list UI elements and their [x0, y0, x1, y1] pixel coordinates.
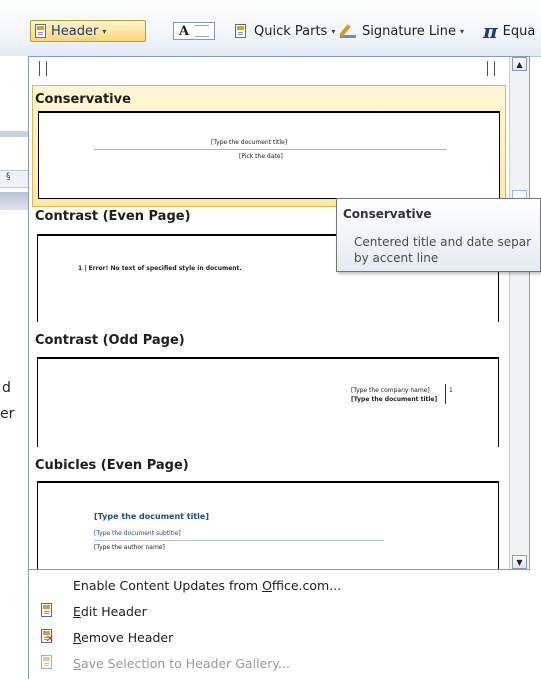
- ruler-block: [0, 170, 28, 188]
- thumbnail-text: [Type the document title]: [351, 396, 438, 403]
- ruler-mark: §: [6, 172, 11, 182]
- access-key: E: [73, 603, 81, 619]
- quick-parts-icon: [235, 24, 246, 38]
- tooltip-description: Centered title and date separ by accent …: [354, 234, 541, 266]
- gallery-item-title: Contrast (Even Page): [35, 209, 191, 224]
- menu-item-label: Enable Content Updates from Office.com..…: [73, 578, 341, 593]
- menu-item-label: Remove Header: [73, 630, 173, 645]
- thumbnail-subtitle-text: [Type the document subtitle]: [94, 530, 181, 537]
- text-box-icon: A: [173, 22, 215, 40]
- ruler-shade: [0, 192, 28, 210]
- equation-label: Equa: [502, 23, 536, 39]
- menu-item-label: Save Selection to Header Gallery...: [73, 656, 290, 671]
- tooltip: Conservative Centered title and date sep…: [336, 198, 541, 272]
- document-text-fragment: er: [0, 406, 15, 422]
- remove-header-item[interactable]: ✕ Remove Header: [29, 625, 529, 649]
- scroll-up-button[interactable]: ▲: [512, 57, 527, 71]
- triangle-down-icon: ▼: [516, 557, 523, 567]
- gallery-item-thumbnail: [Type the document title] [Type the docu…: [37, 481, 499, 569]
- tooltip-line: Centered title and date separ: [354, 235, 532, 249]
- tooltip-title: Conservative: [343, 207, 432, 221]
- gallery-item-thumbnail: [Type the company name] 1 [Type the docu…: [37, 357, 499, 447]
- accent-line: [94, 149, 446, 150]
- thumbnail-text: 1: [449, 387, 453, 394]
- save-selection-item[interactable]: Save Selection to Header Gallery...: [29, 651, 529, 675]
- access-key: R: [73, 629, 82, 645]
- edit-header-item[interactable]: Edit Header: [29, 599, 529, 623]
- edit-header-icon: [41, 603, 52, 617]
- thumbnail-text: 1 | Error! No text of specified style in…: [78, 265, 242, 272]
- menu-item-label: Edit Header: [73, 604, 147, 619]
- document-background: [0, 56, 28, 679]
- signature-line-button[interactable]: Signature Line ▾: [340, 20, 464, 42]
- access-key: S: [73, 655, 81, 671]
- thumbnail-text: [Type the author name]: [94, 544, 165, 551]
- margin-marker-right: [487, 61, 495, 76]
- save-to-gallery-icon: [41, 655, 52, 669]
- ribbon: Header ▾ A Quick Parts ▾ Signature Line …: [0, 0, 541, 57]
- header-gallery: Conservative [Type the document title] […: [28, 56, 530, 570]
- label-part: dit Header: [80, 603, 147, 619]
- text-lines-icon: [195, 25, 210, 37]
- signature-pen-icon: [340, 24, 356, 38]
- header-icon: [35, 24, 46, 38]
- tooltip-line: by accent line: [354, 251, 439, 265]
- thumbnail-title-text: [Type the document title]: [94, 512, 209, 521]
- text-box-button[interactable]: A: [173, 20, 217, 42]
- gallery-scrollbar[interactable]: ▲ ▼: [509, 57, 529, 569]
- document-text-fragment: d: [2, 380, 11, 396]
- divider: [445, 384, 446, 404]
- triangle-up-icon: ▲: [516, 59, 523, 69]
- pi-icon: π: [483, 19, 498, 43]
- header-menu: Enable Content Updates from Office.com..…: [28, 570, 530, 679]
- header-button[interactable]: Header ▾: [30, 20, 146, 42]
- ruler-bar: [0, 131, 28, 137]
- quick-parts-button[interactable]: Quick Parts ▾: [235, 20, 335, 42]
- remove-header-icon: ✕: [41, 629, 54, 645]
- thumbnail-text: [Type the document title]: [211, 139, 288, 146]
- gallery-item-title: Conservative: [35, 92, 131, 107]
- label-part: emove Header: [81, 629, 174, 645]
- margin-marker-left: [39, 61, 47, 76]
- access-key: O: [262, 577, 272, 593]
- label-part: ffice.com...: [271, 577, 342, 593]
- signature-line-label: Signature Line: [362, 23, 456, 39]
- equation-button[interactable]: π Equa: [483, 19, 536, 43]
- chevron-down-icon: ▾: [102, 26, 107, 36]
- gallery-item-title: Cubicles (Even Page): [35, 458, 189, 473]
- scroll-down-button[interactable]: ▼: [512, 555, 527, 569]
- gallery-item-conservative[interactable]: Conservative [Type the document title] […: [32, 85, 506, 207]
- thumbnail-text: [Type the company name]: [351, 387, 430, 394]
- gallery-top-preview: [33, 59, 503, 79]
- header-button-label: Header: [51, 23, 99, 39]
- thumbnail-text: [Pick the date]: [239, 153, 283, 160]
- label-part: ave Selection to Header Gallery...: [80, 655, 290, 671]
- quick-parts-label: Quick Parts: [254, 23, 328, 39]
- chevron-down-icon: ▾: [331, 26, 336, 36]
- chevron-down-icon: ▾: [459, 26, 464, 36]
- label-part: Enable Content Updates from: [73, 577, 263, 593]
- gallery-item-title: Contrast (Odd Page): [35, 333, 185, 348]
- text-box-glyph: A: [179, 23, 190, 39]
- enable-content-updates-item[interactable]: Enable Content Updates from Office.com..…: [29, 573, 529, 597]
- gallery-item-thumbnail: [Type the document title] [Pick the date…: [38, 111, 500, 199]
- accent-line: [94, 540, 384, 541]
